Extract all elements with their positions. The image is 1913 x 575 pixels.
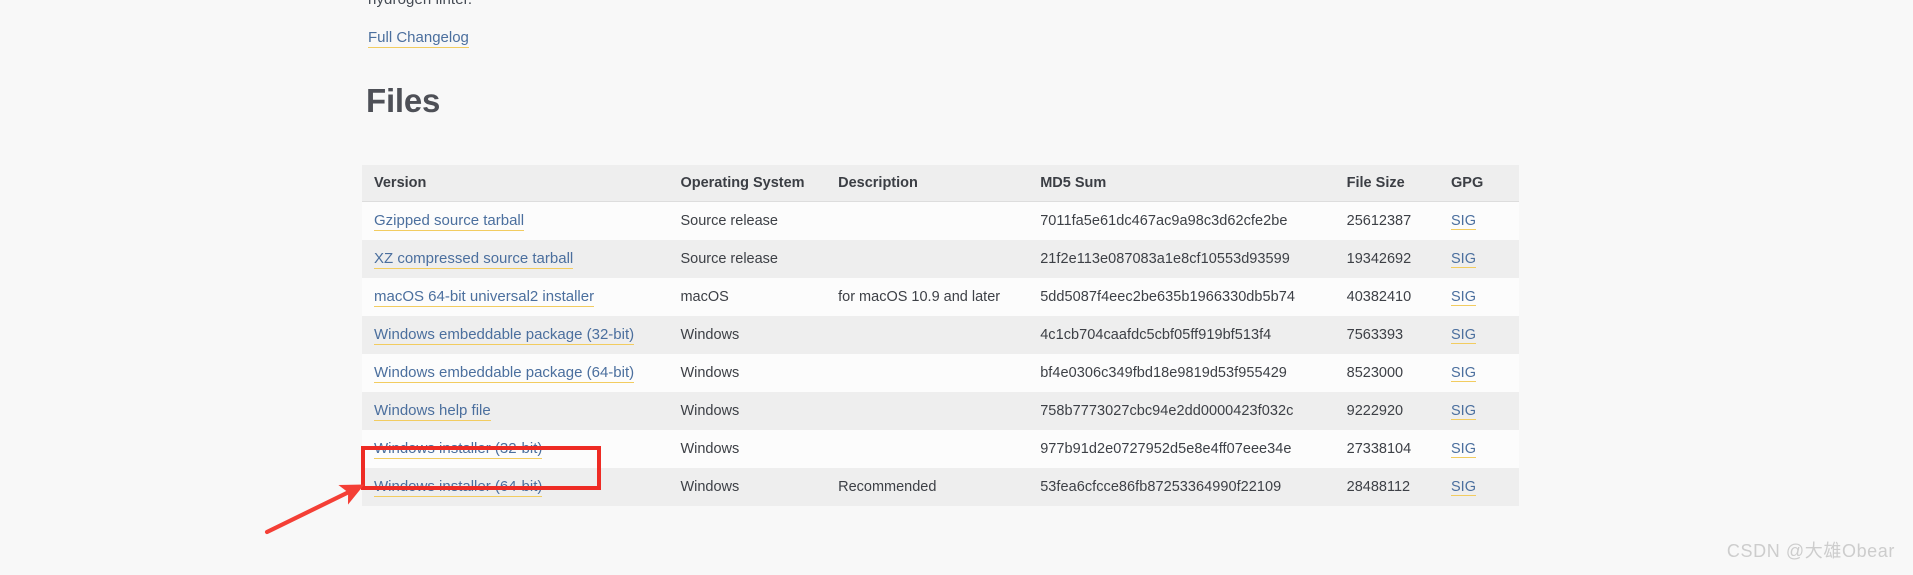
column-header-md5: MD5 Sum <box>1028 165 1335 202</box>
table-row: macOS 64-bit universal2 installer macOS fo… <box>362 278 1519 316</box>
cell-operating-system: Windows <box>668 316 827 354</box>
table-row: Windows installer (32-bit) Windows 977b91d… <box>362 430 1519 468</box>
table-row: Windows embeddable package (64-bit) Windo… <box>362 354 1519 392</box>
cell-gpg: SIG <box>1439 240 1519 278</box>
cell-gpg: SIG <box>1439 392 1519 430</box>
cell-operating-system: Windows <box>668 468 827 506</box>
cell-md5-sum: 53fea6cfcce86fb87253364990f22109 <box>1028 468 1335 506</box>
cell-description <box>826 316 1029 354</box>
cell-md5-sum: 4c1cb704caafdc5cbf05ff919bf513f4 <box>1028 316 1335 354</box>
cell-version: Windows help file <box>362 392 669 430</box>
table-row: Gzipped source tarball Source release 7011… <box>362 201 1519 240</box>
cell-gpg: SIG <box>1439 201 1519 240</box>
download-link[interactable]: Windows embeddable package (64-bit) <box>374 363 635 383</box>
cell-operating-system: Windows <box>668 392 827 430</box>
cell-version: Windows embeddable package (64-bit) <box>362 354 669 392</box>
cell-file-size: 9222920 <box>1334 392 1439 430</box>
cell-md5-sum: bf4e0306c349fbd18e9819d53f955429 <box>1028 354 1335 392</box>
sig-link[interactable]: SIG <box>1451 327 1476 344</box>
sig-link[interactable]: SIG <box>1451 403 1476 420</box>
files-table-body: Gzipped source tarball Source release 7011… <box>362 201 1519 506</box>
changelog-link-wrapper: Full Changelog <box>368 28 469 48</box>
column-header-filesize: File Size <box>1334 165 1439 202</box>
watermark-text: CSDN @大雄Obear <box>1726 541 1895 561</box>
cell-description: for macOS 10.9 and later <box>826 278 1029 316</box>
cell-operating-system: Source release <box>668 240 827 278</box>
cell-version: Windows embeddable package (32-bit) <box>362 316 669 354</box>
cell-description <box>826 354 1029 392</box>
sig-link[interactable]: SIG <box>1451 213 1476 230</box>
download-link[interactable]: Windows installer (32-bit) <box>374 439 543 459</box>
cell-file-size: 40382410 <box>1334 278 1439 316</box>
cell-md5-sum: 21f2e113e087083a1e8cf10553d93599 <box>1028 240 1335 278</box>
cell-md5-sum: 5dd5087f4eec2be635b1966330db5b74 <box>1028 278 1335 316</box>
column-header-description: Description <box>826 165 1029 202</box>
table-row: XZ compressed source tarball Source relea… <box>362 240 1519 278</box>
cell-version: macOS 64-bit universal2 installer <box>362 278 669 316</box>
cell-file-size: 27338104 <box>1334 430 1439 468</box>
cell-md5-sum: 977b91d2e0727952d5e8e4ff07eee34e <box>1028 430 1335 468</box>
download-link[interactable]: Windows help file <box>374 401 491 421</box>
download-link[interactable]: XZ compressed source tarball <box>374 249 574 269</box>
download-link[interactable]: macOS 64-bit universal2 installer <box>374 287 595 307</box>
sig-link[interactable]: SIG <box>1451 365 1476 382</box>
cell-md5-sum: 758b7773027cbc94e2dd0000423f032c <box>1028 392 1335 430</box>
column-header-os: Operating System <box>668 165 827 202</box>
cell-description <box>826 392 1029 430</box>
cell-description <box>826 201 1029 240</box>
cell-gpg: SIG <box>1439 468 1519 506</box>
files-table-container: Version Operating System Description MD5… <box>362 165 1519 506</box>
download-link[interactable]: Gzipped source tarball <box>374 211 525 231</box>
download-link[interactable]: Windows embeddable package (32-bit) <box>374 325 635 345</box>
cell-version: Windows installer (64-bit) <box>362 468 669 506</box>
table-row: Windows embeddable package (32-bit) Windo… <box>362 316 1519 354</box>
column-header-version: Version <box>362 165 669 202</box>
page-title: Files <box>366 82 441 119</box>
full-changelog-link[interactable]: Full Changelog <box>368 28 469 48</box>
table-row: Windows help file Windows 758b7773027cbc94… <box>362 392 1519 430</box>
cell-gpg: SIG <box>1439 316 1519 354</box>
sig-link[interactable]: SIG <box>1451 251 1476 268</box>
cell-operating-system: Windows <box>668 354 827 392</box>
cell-file-size: 25612387 <box>1334 201 1439 240</box>
cell-gpg: SIG <box>1439 278 1519 316</box>
clipped-paragraph-text: hydrogen linter. <box>368 0 472 8</box>
cell-version: Windows installer (32-bit) <box>362 430 669 468</box>
cell-operating-system: Windows <box>668 430 827 468</box>
cell-file-size: 19342692 <box>1334 240 1439 278</box>
cell-version: XZ compressed source tarball <box>362 240 669 278</box>
cell-description: Recommended <box>826 468 1029 506</box>
cell-file-size: 7563393 <box>1334 316 1439 354</box>
files-table-header: Version Operating System Description MD5… <box>362 165 1519 202</box>
table-header-row: Version Operating System Description MD5… <box>362 165 1519 202</box>
files-table: Version Operating System Description MD5… <box>362 165 1519 506</box>
column-header-gpg: GPG <box>1439 165 1519 202</box>
cell-file-size: 28488112 <box>1334 468 1439 506</box>
annotation-arrow-icon <box>264 484 365 535</box>
cell-description <box>826 430 1029 468</box>
cell-md5-sum: 7011fa5e61dc467ac9a98c3d62cfe2be <box>1028 201 1335 240</box>
sig-link[interactable]: SIG <box>1451 289 1476 306</box>
cell-operating-system: Source release <box>668 201 827 240</box>
sig-link[interactable]: SIG <box>1451 441 1476 458</box>
cell-gpg: SIG <box>1439 430 1519 468</box>
cell-operating-system: macOS <box>668 278 827 316</box>
cell-gpg: SIG <box>1439 354 1519 392</box>
sig-link[interactable]: SIG <box>1451 479 1476 496</box>
page-root: hydrogen linter. Full Changelog Files Ve… <box>0 0 1913 575</box>
cell-description <box>826 240 1029 278</box>
cell-version: Gzipped source tarball <box>362 201 669 240</box>
download-link[interactable]: Windows installer (64-bit) <box>374 477 543 497</box>
table-row: Windows installer (64-bit) Windows Recomme… <box>362 468 1519 506</box>
cell-file-size: 8523000 <box>1334 354 1439 392</box>
